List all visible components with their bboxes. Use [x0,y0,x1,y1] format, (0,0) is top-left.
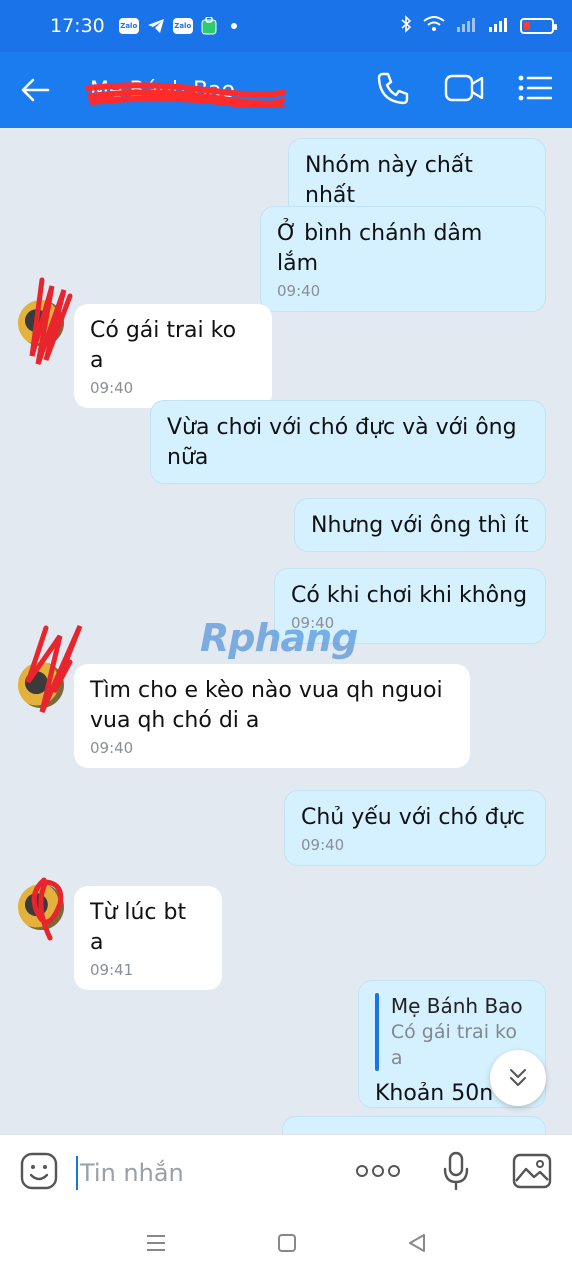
status-bar: 17:30 Zalo Zalo [0,0,572,52]
telegram-notification-icon [147,18,165,34]
message-bubble[interactable]: Ở bình chánh dâm lắm 09:40 [260,206,546,312]
message-bubble[interactable]: Nhưng với ông thì ít [294,498,546,552]
message-time: 09:40 [90,379,134,397]
signal-icon-2 [488,15,510,37]
status-time: 17:30 [50,15,105,37]
message-bubble-partial[interactable] [282,1116,546,1134]
chat-title[interactable]: Mẹ Bánh Bao [86,78,286,108]
signal-icon-1 [456,15,478,37]
message-input-bar: Tin nhắn [0,1134,572,1210]
zalo-notification-icon-2: Zalo [172,18,193,34]
message-text: Có khi chơi khi không [291,583,528,608]
chat-messages[interactable]: Nhóm này chất nhất Ở bình chánh dâm lắm … [0,128,572,1134]
back-arrow-icon[interactable] [20,68,64,112]
phone-call-icon[interactable] [376,71,410,109]
chat-header: Mẹ Bánh Bao [0,52,572,128]
wifi-icon [422,15,446,37]
message-time: 09:40 [90,739,134,757]
message-text: Ở bình chánh dâm lắm [277,221,483,276]
message-bubble[interactable]: Vừa chơi với chó đực và với ông nữa [150,400,546,484]
zalo-notification-icon: Zalo [118,18,139,34]
message-text: Từ lúc bt a [90,900,187,955]
message-input[interactable]: Tin nhắn [76,1155,326,1190]
video-call-icon[interactable] [444,74,484,106]
scroll-to-bottom-button[interactable] [490,1050,546,1106]
avatar-redaction-scribble [31,877,64,941]
message-bubble[interactable]: Có gái trai ko a 09:40 [74,304,272,408]
menu-list-icon[interactable] [518,74,553,106]
more-options-icon[interactable] [356,1163,400,1182]
system-navigation-bar [0,1210,572,1280]
message-text: Có gái trai ko a [90,318,237,373]
message-text: Chủ yếu với chó đực [301,805,525,830]
message-text: Nhóm này chất nhất [305,153,473,208]
message-bubble[interactable]: Từ lúc bt a 09:41 [74,886,222,990]
sticker-emoji-icon[interactable] [20,1152,58,1194]
image-gallery-icon[interactable] [512,1153,552,1193]
message-time: 09:40 [277,282,321,300]
watermark-logo: Rphang [200,616,358,660]
back-triangle-icon[interactable] [407,1233,427,1257]
message-bubble[interactable]: Chủ yếu với chó đực 09:40 [284,790,546,866]
shopping-notification-icon [201,17,217,35]
battery-icon [520,18,557,34]
bluetooth-icon [400,15,412,37]
home-icon[interactable] [277,1233,297,1257]
quoted-sender: Mẹ Bánh Bao [390,994,523,1018]
message-text: Nhưng với ông thì ít [311,513,529,538]
avatar-redaction-scribble [29,277,73,365]
message-text: Vừa chơi với chó đực và với ông nữa [167,415,517,470]
message-time: 09:41 [90,961,134,979]
redaction-scribble [86,81,286,108]
double-chevron-down-icon [510,1069,526,1086]
microphone-icon[interactable] [442,1151,470,1195]
message-bubble[interactable]: Tìm cho e kèo nào vua qh nguoi vua qh ch… [74,664,470,768]
recent-apps-icon[interactable] [145,1233,167,1257]
message-text: Tìm cho e kèo nào vua qh nguoi vua qh ch… [90,678,443,733]
more-notifications-dot-icon [230,23,237,29]
message-time: 09:40 [301,836,345,854]
